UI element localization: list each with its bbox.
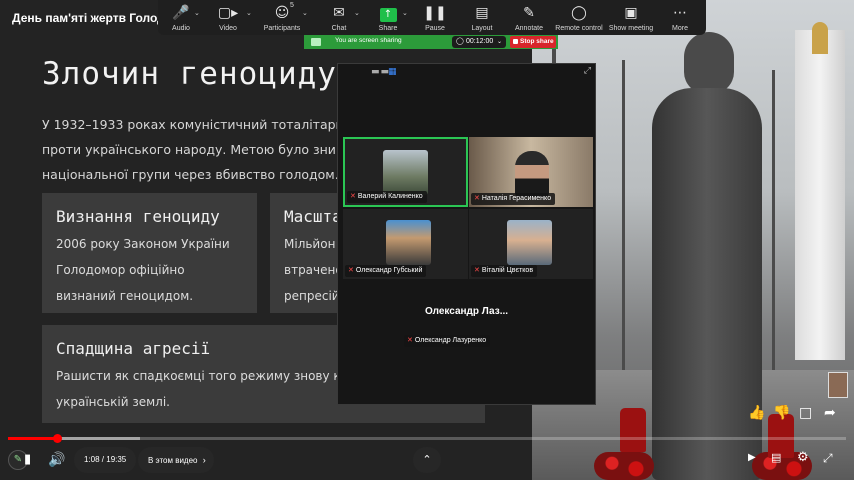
tree-trunk bbox=[772, 70, 775, 370]
chevron-down-icon[interactable]: ⌄ bbox=[302, 9, 308, 17]
dislike-icon[interactable]: 👎 bbox=[773, 405, 790, 421]
share-icon[interactable]: ➦ bbox=[824, 405, 836, 421]
stop-icon bbox=[513, 39, 518, 44]
next-icon[interactable]: ▮ bbox=[24, 451, 31, 469]
statue-body bbox=[652, 88, 762, 480]
remote-control-label: Remote control bbox=[555, 25, 603, 32]
chevron-up-icon[interactable]: ⌃ bbox=[413, 447, 441, 473]
progress-played bbox=[8, 437, 57, 440]
slide-heading: Злочин геноциду bbox=[42, 56, 337, 92]
video-label: Video bbox=[219, 25, 237, 32]
timer-value: 00:12:00 bbox=[466, 38, 494, 45]
flowers bbox=[594, 452, 654, 480]
muted-mic-icon: ✕ bbox=[348, 267, 354, 274]
subtitles-icon[interactable]: ▤ bbox=[771, 451, 781, 464]
fullscreen-icon[interactable]: ⤢ bbox=[823, 451, 833, 466]
avatar bbox=[386, 220, 431, 265]
participants-label: Participants bbox=[263, 25, 301, 32]
participants-button[interactable]: ☺ Participants bbox=[252, 3, 312, 32]
mouse-icon: ◯ bbox=[571, 5, 587, 21]
tree-trunk bbox=[622, 60, 625, 370]
expand-icon[interactable]: ⤢ bbox=[584, 66, 591, 76]
remote-control-button[interactable]: ◯ Remote control bbox=[549, 3, 609, 32]
participant-display-name: Олександр Лаз... bbox=[424, 306, 509, 317]
muted-mic-icon: ✕ bbox=[407, 337, 413, 344]
more-icon: ⋯ bbox=[673, 5, 687, 21]
comment-icon[interactable]: □ bbox=[799, 405, 812, 421]
time-value: 1:08 / 19:35 bbox=[84, 455, 127, 464]
muted-mic-icon: ✕ bbox=[350, 193, 356, 200]
muted-mic-icon: ✕ bbox=[474, 195, 480, 202]
avatar bbox=[507, 220, 552, 265]
video-title[interactable]: День пам'яті жертв Голодо bbox=[12, 11, 172, 25]
card-title: Визнання геноциду bbox=[56, 207, 220, 226]
sharing-status-bar: You are screen sharing ◯ 00:12:00 ⌄ Stop… bbox=[304, 35, 558, 49]
name-tag: ✕ Наталія Герасименко bbox=[471, 193, 556, 205]
share-timer[interactable]: ◯ 00:12:00 ⌄ bbox=[452, 36, 506, 48]
name-tag[interactable]: ✕ Олександр Лазуренко bbox=[404, 335, 491, 347]
participants-count: 5 bbox=[290, 2, 294, 9]
volume-icon[interactable]: 🔊 bbox=[48, 451, 65, 469]
name-tag: ✕ Віталій Цвєтков bbox=[471, 265, 538, 277]
like-icon[interactable]: 👍 bbox=[748, 405, 765, 421]
shield-icon: ◯ bbox=[456, 38, 464, 45]
chapter-button[interactable]: В этом видео › bbox=[138, 447, 214, 473]
statue-head bbox=[684, 32, 734, 94]
tower-flame bbox=[812, 22, 828, 54]
candle-icon bbox=[620, 408, 646, 452]
muted-mic-icon: ✕ bbox=[474, 267, 480, 274]
stop-share-label: Stop share bbox=[520, 38, 554, 45]
avatar bbox=[515, 151, 549, 197]
more-label: More bbox=[672, 25, 688, 32]
settings-gear-icon[interactable]: ⚙ bbox=[797, 450, 809, 465]
chapter-label: В этом видео bbox=[148, 456, 198, 465]
participant-gallery: ▬▬ ▦ ⤢ ✕ Валерий Калиненко ✕ Наталія Герас… bbox=[337, 63, 596, 405]
gallery-view-icon[interactable]: ▦ bbox=[388, 67, 397, 77]
name-tag: ✕ Валерий Калиненко bbox=[347, 191, 427, 203]
chevron-down-icon[interactable]: ⌄ bbox=[246, 9, 252, 17]
self-thumbnail bbox=[828, 372, 848, 398]
chevron-down-icon: ⌄ bbox=[496, 39, 502, 45]
time-display: 1:08 / 19:35 bbox=[74, 447, 136, 473]
sharing-status: You are screen sharing bbox=[335, 37, 402, 44]
card-recognition: Визнання геноциду 2006 року Законом Укра… bbox=[42, 193, 257, 313]
scrubber-handle[interactable] bbox=[52, 434, 62, 443]
screen-share-icon bbox=[311, 38, 321, 46]
participant-tile[interactable]: ✕ Олександр Губський bbox=[343, 209, 468, 279]
participant-tile[interactable]: ✕ Валерий Калиненко bbox=[343, 137, 468, 207]
name-tag: ✕ Олександр Губський bbox=[345, 265, 427, 277]
memorial-tower bbox=[795, 30, 845, 360]
gallery-header: ▬▬ ▦ ⤢ bbox=[338, 64, 595, 82]
zoom-toolbar: 🎤 Audio ⌄ ▢▸ Video ⌄ ☺ Participants 5 ⌄ … bbox=[158, 0, 706, 35]
video-button[interactable]: ▢▸ Video bbox=[198, 3, 258, 32]
stop-share-button[interactable]: Stop share bbox=[510, 36, 556, 48]
chevron-right-icon: › bbox=[202, 455, 206, 465]
participant-tile[interactable]: ✕ Віталій Цвєтков bbox=[469, 209, 593, 279]
play-icon[interactable]: ▶ bbox=[748, 452, 756, 463]
participant-tile[interactable]: ✕ Наталія Герасименко bbox=[469, 137, 593, 207]
card-body: 2006 року Законом України Голодомор офіц… bbox=[56, 237, 230, 303]
more-button[interactable]: ⋯ More bbox=[650, 3, 710, 32]
avatar bbox=[383, 150, 428, 195]
